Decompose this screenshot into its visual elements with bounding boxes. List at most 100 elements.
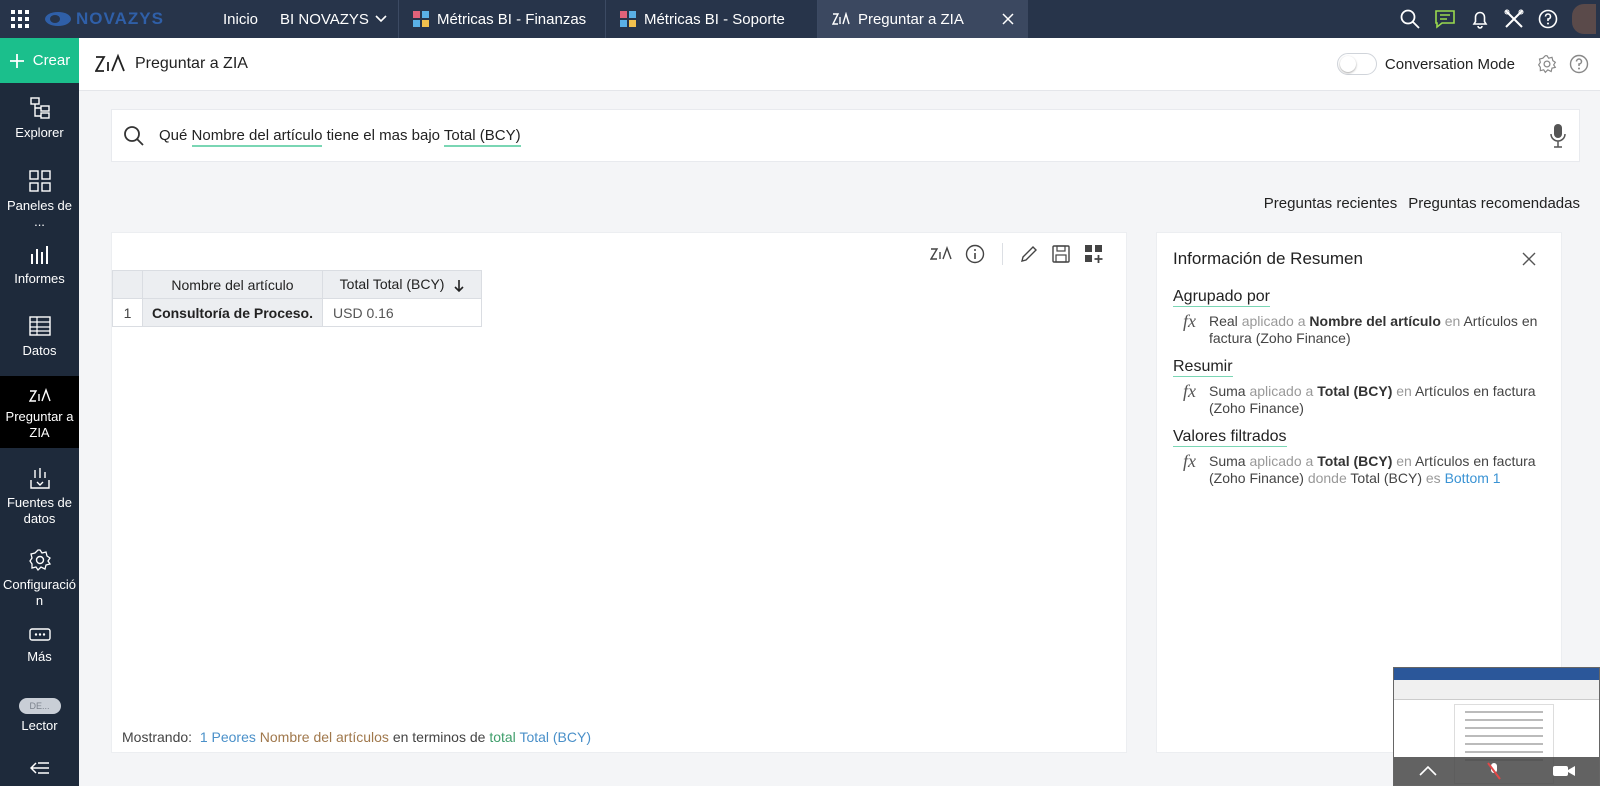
chevron-up-icon[interactable] (1419, 766, 1437, 776)
app-launcher-icon[interactable] (0, 0, 40, 38)
sidebar: Crear Explorer Paneles de ... Informes D… (0, 38, 79, 786)
tab-metricas-soporte[interactable]: Métricas BI - Soporte (604, 0, 817, 38)
info-icon[interactable] (965, 244, 985, 264)
mic-off-icon[interactable] (1487, 762, 1502, 780)
bar-chart-icon (30, 246, 48, 264)
function-icon: fx (1183, 311, 1196, 331)
footer-count: 1 Peores (199, 729, 256, 745)
zia-icon (28, 388, 51, 402)
field-name: Nombre del artículo (1309, 313, 1441, 329)
sidebar-item-label: Configuración (3, 577, 76, 608)
dashboard-icon (619, 11, 636, 27)
result-panel: Nombre del artículo Total Total (BCY) 1 … (111, 232, 1127, 753)
nav-workspace[interactable]: BI NOVAZYS (269, 0, 398, 38)
result-footer: Mostrando: 1 Peores Nombre del artículos… (122, 729, 591, 745)
recommended-questions-link[interactable]: Preguntas recomendadas (1408, 195, 1580, 212)
summarize-text: Suma aplicado a Total (BCY) en Artículos… (1209, 383, 1545, 417)
is-label: es (1425, 470, 1441, 486)
sidebar-item-configuracion[interactable]: Configuración (0, 548, 79, 609)
sidebar-item-zia[interactable]: Preguntar a ZIA (0, 376, 79, 448)
bell-icon[interactable] (1470, 9, 1490, 29)
save-icon[interactable] (1051, 244, 1071, 264)
fn-name: Suma (1209, 383, 1246, 399)
query-text[interactable]: Qué Nombre del artículo tiene el mas baj… (159, 127, 521, 147)
query-word: tiene el mas bajo (326, 127, 441, 144)
in-label: en (1444, 313, 1461, 329)
camera-icon[interactable] (1552, 764, 1576, 778)
function-icon: fx (1183, 381, 1196, 401)
query-token-field: Nombre del artículo (191, 127, 323, 147)
chat-icon[interactable] (1434, 9, 1456, 29)
brand-logo[interactable]: NOVAZYS (40, 0, 212, 38)
thumbnail-ribbon (1394, 680, 1599, 700)
lector-toggle[interactable]: DE... (18, 698, 61, 714)
column-header[interactable]: Nombre del artículo (142, 270, 323, 299)
top-actions (1400, 0, 1600, 38)
function-icon: fx (1183, 451, 1196, 471)
sidebar-item-fuentes[interactable]: Fuentes de datos (0, 466, 79, 527)
sidebar-item-informes[interactable]: Informes (0, 242, 79, 287)
footer-field: Nombre del artículos (259, 729, 389, 745)
sidebar-item-label: Paneles de ... (6, 198, 73, 229)
sidebar-item-explorer[interactable]: Explorer (0, 96, 79, 141)
close-icon[interactable] (1002, 13, 1014, 25)
sidebar-item-mas[interactable]: Más (0, 626, 79, 665)
data-source-icon (29, 468, 50, 489)
sidebar-item-datos[interactable]: Datos (0, 314, 79, 359)
tools-icon[interactable] (1504, 9, 1524, 29)
result-toolbar (930, 243, 1104, 265)
microphone-icon[interactable] (1550, 123, 1566, 149)
query-token-measure: Total (BCY) (443, 127, 521, 147)
summarize-heading: Resumir (1173, 358, 1233, 377)
tab-metricas-finanzas[interactable]: Métricas BI - Finanzas (397, 0, 605, 38)
top-bar: NOVAZYS Inicio BI NOVAZYS Métricas BI - … (0, 0, 1600, 38)
filtered-entry: fx Suma aplicado a Total (BCY) en Artícu… (1173, 451, 1545, 487)
tab-preguntar-zia[interactable]: Preguntar a ZIA (816, 0, 1028, 38)
footer-measure: Total (BCY) (519, 729, 592, 745)
tab-label: Métricas BI - Soporte (643, 10, 785, 28)
collapse-sidebar-button[interactable] (0, 760, 79, 781)
search-icon[interactable] (1400, 9, 1420, 29)
gear-icon (28, 549, 51, 572)
field-name: Total (BCY) (1317, 383, 1393, 399)
filtered-text: Suma aplicado a Total (BCY) en Artículos… (1209, 453, 1545, 487)
edit-icon[interactable] (1020, 245, 1038, 263)
applied-label: aplicado a (1249, 383, 1314, 399)
help-icon[interactable] (1569, 54, 1589, 74)
applied-label: aplicado a (1249, 453, 1314, 469)
sidebar-item-label: Preguntar a ZIA (5, 409, 74, 440)
nav-home[interactable]: Inicio (212, 0, 269, 38)
cell-total: USD 0.16 (322, 298, 482, 327)
sidebar-item-paneles[interactable]: Paneles de ... (0, 169, 79, 230)
conversation-mode-toggle[interactable] (1336, 53, 1377, 75)
zia-icon[interactable] (930, 246, 952, 262)
condition-field: Total (BCY) (1350, 470, 1422, 486)
recent-questions-link[interactable]: Preguntas recientes (1264, 195, 1397, 212)
toolbar-divider (1002, 243, 1003, 265)
table-icon (28, 316, 51, 336)
gear-icon[interactable] (1537, 54, 1557, 74)
sidebar-item-label: Fuentes de datos (6, 495, 73, 526)
close-icon[interactable] (1521, 251, 1537, 267)
tab-label: Preguntar a ZIA (857, 10, 964, 28)
screen-share-thumbnail[interactable] (1393, 667, 1600, 786)
query-bar[interactable]: Qué Nombre del artículo tiene el mas baj… (111, 109, 1580, 162)
logo-text: NOVAZYS (76, 9, 164, 28)
result-table: Nombre del artículo Total Total (BCY) 1 … (112, 270, 482, 327)
sidebar-item-lector[interactable]: DE... Lector (0, 698, 79, 734)
avatar[interactable] (1572, 4, 1596, 34)
sidebar-item-label: Explorer (15, 125, 64, 140)
dashboard-icon (412, 11, 429, 27)
where-label: donde (1307, 470, 1347, 486)
create-button[interactable]: Crear (0, 38, 79, 83)
help-icon[interactable] (1538, 9, 1558, 29)
question-links: Preguntas recientes Preguntas recomendad… (1264, 195, 1580, 212)
chevron-down-icon (375, 15, 387, 23)
column-header-sorted[interactable]: Total Total (BCY) (322, 270, 482, 299)
add-to-dashboard-icon[interactable] (1084, 244, 1104, 264)
in-label: en (1396, 453, 1412, 469)
applied-label: aplicado a (1241, 313, 1306, 329)
dashboards-icon (28, 170, 51, 192)
table-row[interactable]: 1 Consultoría de Proceso. USD 0.16 (112, 298, 482, 327)
create-label: Crear (32, 52, 71, 69)
